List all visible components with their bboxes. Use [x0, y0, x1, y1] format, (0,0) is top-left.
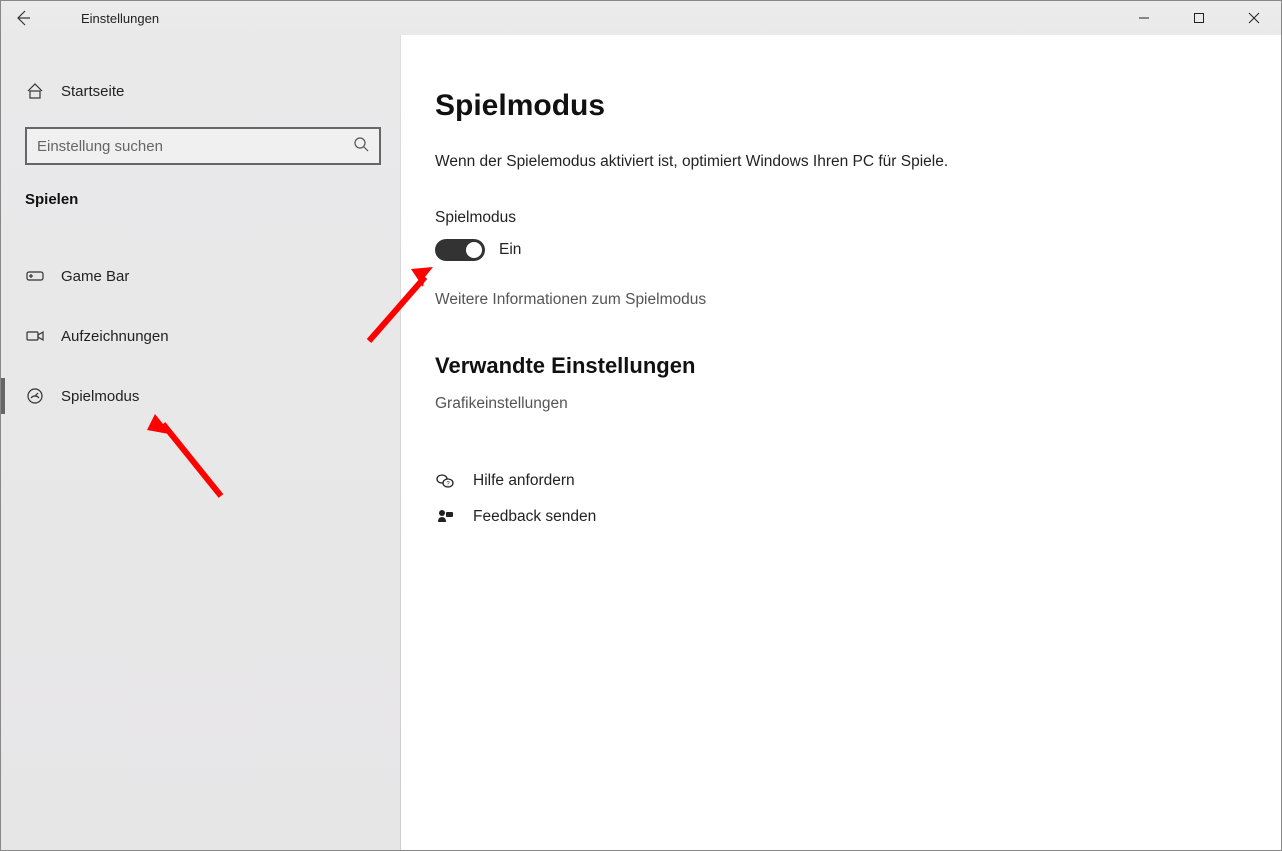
close-button[interactable] [1226, 1, 1281, 35]
back-button[interactable] [1, 1, 45, 35]
sidebar-item-label: Game Bar [61, 268, 129, 285]
close-icon [1248, 12, 1260, 24]
search-container [1, 115, 401, 183]
sidebar: Startseite Spielen Game Bar Aufzeichnung… [1, 35, 401, 850]
home-label: Startseite [61, 83, 124, 100]
main-content: Spielmodus Wenn der Spielemodus aktivier… [401, 35, 1281, 850]
home-link[interactable]: Startseite [1, 67, 401, 115]
gamemode-icon [25, 386, 45, 406]
related-heading: Verwandte Einstellungen [435, 353, 1247, 379]
search-box[interactable] [25, 127, 381, 165]
home-icon [25, 81, 45, 101]
sidebar-item-gamebar[interactable]: Game Bar [1, 252, 401, 300]
sidebar-item-label: Aufzeichnungen [61, 328, 169, 345]
search-input[interactable] [37, 138, 353, 155]
sidebar-item-gamemode[interactable]: Spielmodus [1, 372, 401, 420]
maximize-icon [1193, 12, 1205, 24]
help-link[interactable]: ? Hilfe anfordern [435, 463, 1247, 499]
category-header: Spielen [1, 183, 401, 222]
help-label: Hilfe anfordern [473, 472, 575, 490]
minimize-icon [1138, 12, 1150, 24]
feedback-link[interactable]: Feedback senden [435, 499, 1247, 535]
graphics-settings-link[interactable]: Grafikeinstellungen [435, 395, 568, 413]
arrow-left-icon [14, 9, 32, 27]
page-title: Spielmodus [435, 89, 1247, 123]
search-icon [353, 136, 369, 157]
gamebar-icon [25, 266, 45, 286]
feedback-icon [435, 507, 455, 527]
sidebar-item-recordings[interactable]: Aufzeichnungen [1, 312, 401, 360]
titlebar: Einstellungen [1, 1, 1281, 35]
toggle-label: Spielmodus [435, 209, 1247, 227]
help-icon: ? [435, 471, 455, 491]
toggle-state-label: Ein [499, 241, 521, 259]
feedback-label: Feedback senden [473, 508, 596, 526]
recordings-icon [25, 326, 45, 346]
minimize-button[interactable] [1116, 1, 1171, 35]
window-controls [1116, 1, 1281, 35]
window-title: Einstellungen [81, 11, 159, 26]
page-description: Wenn der Spielemodus aktiviert ist, opti… [435, 151, 975, 173]
toggle-knob [466, 242, 482, 258]
sidebar-item-label: Spielmodus [61, 388, 139, 405]
more-info-link[interactable]: Weitere Informationen zum Spielmodus [435, 291, 706, 309]
gamemode-toggle-row: Ein [435, 239, 1247, 261]
gamemode-toggle[interactable] [435, 239, 485, 261]
maximize-button[interactable] [1171, 1, 1226, 35]
